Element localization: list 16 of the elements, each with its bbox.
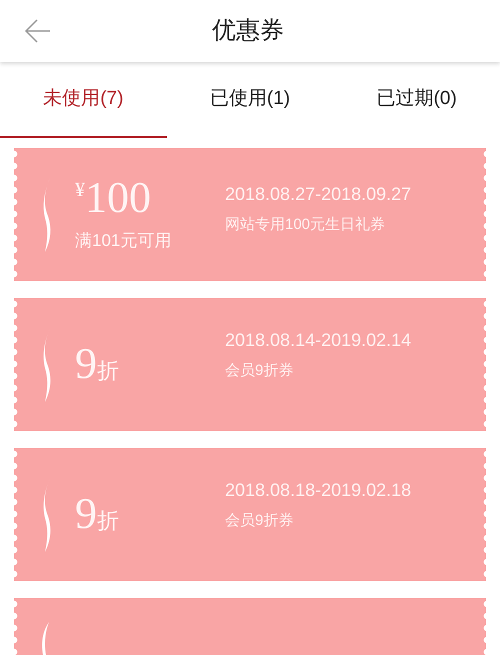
- coupon-period: 2018.08.18-2019.02.18: [225, 478, 412, 502]
- swirl-icon: [41, 622, 49, 655]
- coupon-description: 会员9折券: [225, 510, 294, 531]
- tab[interactable]: 已使用(1): [166, 62, 334, 138]
- coupon-value: 9折: [75, 342, 120, 387]
- coupon-condition: 满101元可用: [75, 230, 172, 252]
- coupon-period: 2018.08.27-2018.09.27: [225, 182, 412, 206]
- coupon-value: 9折: [75, 492, 120, 537]
- tab[interactable]: 未使用(7): [0, 62, 167, 138]
- back-arrow-icon: [24, 17, 52, 45]
- page-title: 优惠券: [212, 16, 284, 46]
- coupon-description: 网站专用100元生日礼券: [225, 214, 386, 235]
- coupon-description: 会员9折券: [225, 360, 294, 381]
- coupon-value: ¥100: [75, 176, 152, 220]
- tab[interactable]: 已过期(0): [333, 62, 500, 138]
- coupon-period: 2018.08.14-2019.02.14: [225, 328, 412, 352]
